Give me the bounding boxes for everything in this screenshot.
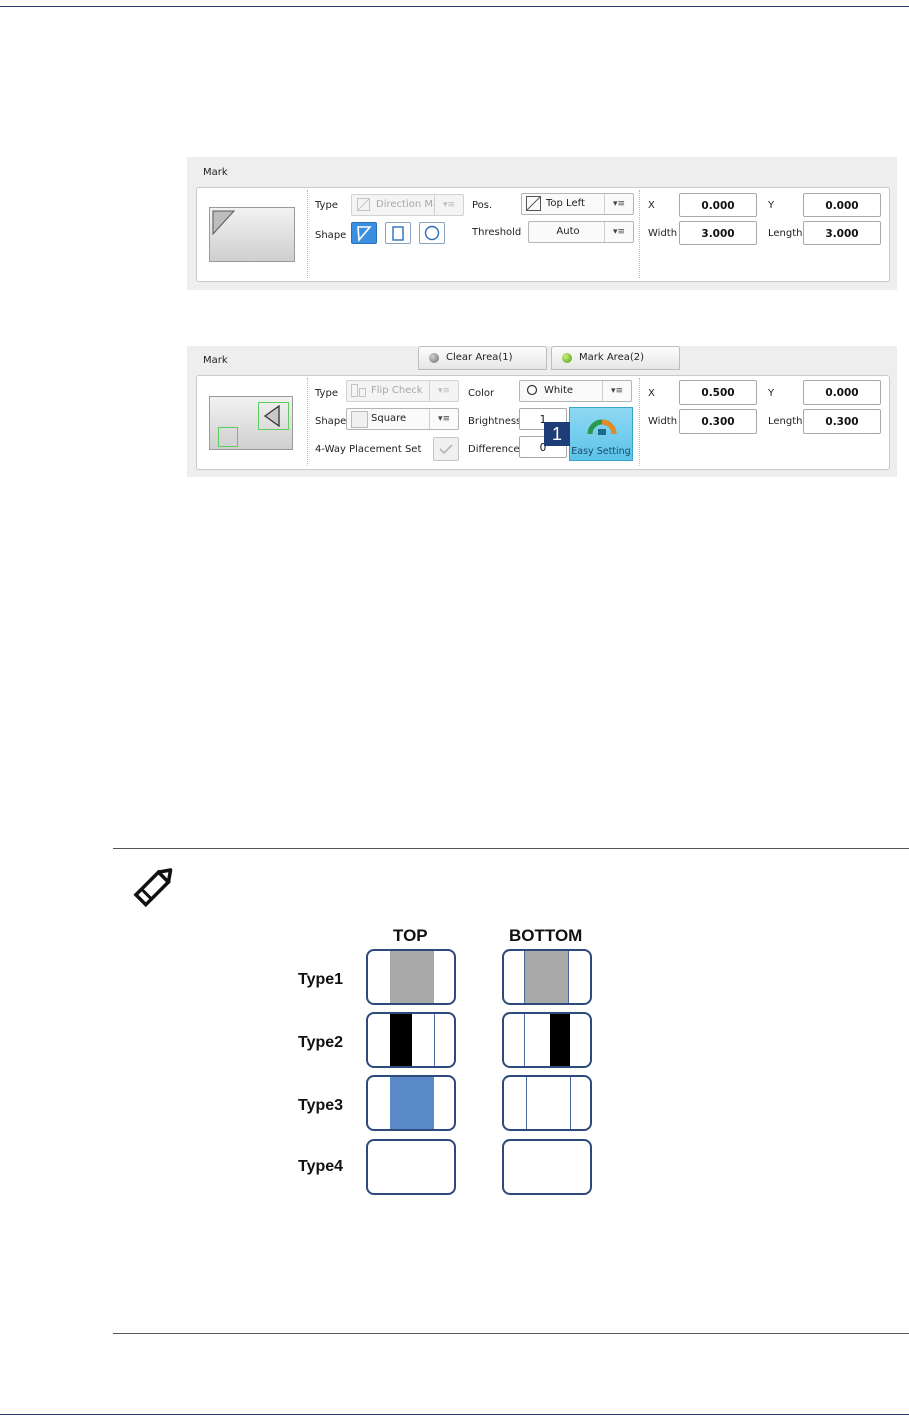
type-label: Type [315, 200, 338, 211]
column-top-label: TOP [393, 926, 428, 945]
mark-area-box [258, 402, 289, 430]
top-rule [0, 6, 909, 7]
x-field[interactable]: 0.000 [679, 193, 757, 217]
brightness-label: Brightness [468, 416, 522, 427]
panel-body: Type Flip Check ▾≡ Shape Square ▾≡ 4-Way… [196, 375, 890, 470]
pos-select[interactable]: Top Left ▾≡ [521, 193, 634, 215]
dropdown-arrow-icon: ▾≡ [602, 381, 631, 401]
easy-setting-button[interactable]: Easy Setting [569, 407, 633, 461]
color-label: Color [468, 388, 495, 399]
type2-bottom-chip [502, 1012, 592, 1068]
x-label: X [648, 200, 655, 211]
status-green-icon [562, 353, 572, 363]
x-field[interactable]: 0.500 [679, 380, 757, 405]
mark-preview [209, 396, 293, 450]
type-select[interactable]: Flip Check ▾≡ [346, 380, 459, 402]
tab-clear-area[interactable]: Clear Area(1) [418, 346, 547, 370]
color-select[interactable]: White ▾≡ [519, 380, 632, 402]
circle-shape-icon [424, 225, 440, 241]
bottom-rule [0, 1414, 909, 1415]
threshold-select[interactable]: Auto ▾≡ [528, 221, 634, 243]
mark-preview [209, 207, 295, 262]
y-label: Y [768, 200, 775, 211]
square-shape-icon [351, 411, 368, 428]
threshold-label: Threshold [472, 227, 522, 238]
triangle-left-icon [263, 404, 280, 428]
panel-title: Mark [203, 167, 228, 178]
shape-circle-button[interactable] [419, 222, 445, 244]
y-field[interactable]: 0.000 [803, 380, 881, 405]
mark-panel-flip-check: Mark Clear Area(1) Mark Area(2) Type Fli… [187, 346, 897, 477]
check-icon [439, 444, 453, 455]
width-label: Width [648, 416, 678, 427]
y-label: Y [768, 388, 775, 399]
type-select[interactable]: Direction Ma ▾≡ [351, 194, 464, 216]
shape-label: Shape [315, 416, 347, 427]
type4-bottom-chip [502, 1139, 592, 1195]
type2-label: Type2 [298, 1034, 344, 1051]
note-bottom-rule [113, 1333, 909, 1334]
shape-label: Shape [315, 230, 347, 241]
column-bottom-label: BOTTOM [509, 926, 583, 945]
placement-label: 4-Way Placement Set [315, 444, 422, 455]
circle-outline-icon [526, 384, 538, 396]
status-gray-icon [429, 353, 439, 363]
top-left-icon [526, 196, 541, 211]
type-label: Type [315, 388, 338, 399]
dropdown-arrow-icon: ▾≡ [429, 381, 458, 401]
note-top-rule [113, 848, 909, 849]
triangle-mark-icon [212, 210, 236, 236]
panel-title: Mark [203, 355, 228, 366]
type3-top-chip [366, 1075, 456, 1131]
width-field[interactable]: 3.000 [679, 221, 757, 245]
type1-label: Type1 [298, 971, 344, 988]
pencil-note-icon [133, 868, 173, 908]
length-field[interactable]: 3.000 [803, 221, 881, 245]
type1-bottom-chip [502, 949, 592, 1005]
dropdown-arrow-icon: ▾≡ [429, 409, 458, 429]
difference-label: Difference [468, 444, 520, 455]
y-field[interactable]: 0.000 [803, 193, 881, 217]
dropdown-arrow-icon: ▾≡ [434, 195, 463, 215]
width-label: Width [648, 228, 678, 239]
flip-check-icon [351, 384, 366, 397]
length-label: Length [768, 228, 803, 239]
dropdown-arrow-icon: ▾≡ [604, 222, 633, 242]
type4-label: Type4 [298, 1158, 344, 1175]
tab-mark-area[interactable]: Mark Area(2) [551, 346, 680, 370]
length-field[interactable]: 0.300 [803, 409, 881, 434]
shape-rectangle-button[interactable] [385, 222, 411, 244]
mark-panel-direction: Mark Type Direction Ma ▾≡ Shape Pos. Top… [187, 157, 897, 290]
placement-checkbox[interactable] [433, 437, 459, 461]
rectangle-shape-icon [392, 226, 404, 241]
type2-top-chip [366, 1012, 456, 1068]
type1-top-chip [366, 949, 456, 1005]
callout-number-badge: 1 [544, 422, 570, 446]
type4-top-chip [366, 1139, 456, 1195]
pos-label: Pos. [472, 200, 493, 211]
gauge-icon [587, 419, 617, 435]
triangle-shape-icon [357, 226, 372, 243]
width-field[interactable]: 0.300 [679, 409, 757, 434]
direction-mark-icon [357, 198, 370, 211]
length-label: Length [768, 416, 803, 427]
shape-triangle-button[interactable] [351, 222, 377, 244]
type3-bottom-chip [502, 1075, 592, 1131]
x-label: X [648, 388, 655, 399]
panel-body: Type Direction Ma ▾≡ Shape Pos. Top Left… [196, 187, 890, 282]
shape-select[interactable]: Square ▾≡ [346, 408, 459, 430]
clear-area-box [218, 427, 238, 447]
dropdown-arrow-icon: ▾≡ [604, 194, 633, 214]
type3-label: Type3 [298, 1097, 344, 1114]
